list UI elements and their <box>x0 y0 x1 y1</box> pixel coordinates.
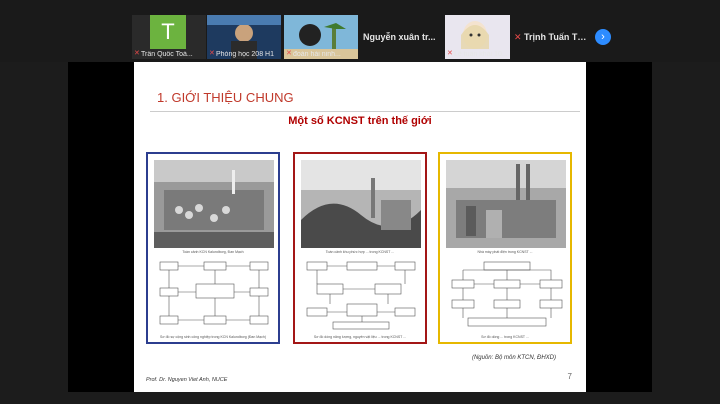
participant-name: Phòng học 208 H1 <box>216 51 274 58</box>
flow-diagram <box>306 261 416 330</box>
avatar: T <box>150 15 186 49</box>
letterbox-right <box>586 62 652 392</box>
industrial-photo <box>301 160 421 248</box>
diagram-caption: Sơ đồ sự cộng sinh công nghiệp trong KCN… <box>159 335 266 339</box>
participant-strip: T ✕ Trần Quốc Toả... ✕ Phòng học 208 H1 … <box>0 0 720 62</box>
participant-name: Nguyễn xuân tr... <box>363 32 436 42</box>
participant-tile-1[interactable]: T ✕ Trần Quốc Toả... <box>132 15 206 59</box>
page-number: 7 <box>567 372 572 381</box>
shared-slide: 1. GIỚI THIỆU CHUNG Một số KCNST trên th… <box>134 62 586 392</box>
diagram-caption: Sơ đồ dòng ... trong KCNST ... <box>481 335 529 339</box>
title-divider <box>150 111 580 112</box>
diagram-caption: Sơ đồ dòng năng lượng, nguyên vật liệu .… <box>313 335 407 339</box>
letterbox-left <box>68 62 134 392</box>
powerplant-photo <box>446 160 566 248</box>
participant-name: Lê tuấn khải 10... <box>454 51 508 58</box>
aerial-photo <box>154 160 274 248</box>
flow-diagram <box>159 261 269 325</box>
participant-tile-3[interactable]: ✕ đoàn hải ninh... <box>284 15 358 59</box>
next-participants-button[interactable]: › <box>595 29 611 45</box>
participant-tile-4[interactable]: Nguyễn xuân tr... <box>360 15 448 59</box>
participant-tile-2[interactable]: ✕ Phòng học 208 H1 <box>207 15 281 59</box>
participant-name: Trần Quốc Toả... <box>141 51 193 58</box>
photo-caption: Toàn cảnh khu phức hợp ... trong KCNST .… <box>325 250 395 254</box>
panel-middle: Toàn cảnh khu phức hợp ... trong KCNST .… <box>293 152 427 344</box>
participant-name: Trịnh Tuấn Thà... <box>524 32 590 42</box>
panel-right: Nhà máy phát điện trong KCNST ... Sơ đồ … <box>438 152 572 344</box>
photo-caption: Toàn cảnh KCN Kalundborg, Đan Mạch <box>182 250 244 254</box>
photo-caption: Nhà máy phát điện trong KCNST ... <box>477 250 533 254</box>
slide-footer: Prof. Dr. Nguyen Viet Anh, NUCE <box>146 377 228 383</box>
flow-diagram <box>451 261 563 327</box>
slide-title: 1. GIỚI THIỆU CHUNG <box>157 90 294 105</box>
source-note: (Nguồn: Bộ môn KTCN, ĐHXD) <box>471 355 556 361</box>
participant-name: đoàn hải ninh... <box>293 51 341 58</box>
slide-subtitle: Một số KCNST trên thế giới <box>288 115 432 127</box>
participant-tile-5[interactable]: ✕ Lê tuấn khải 10... <box>445 15 519 59</box>
panel-kalundborg: Toàn cảnh KCN Kalundborg, Đan Mạch Sơ đồ… <box>146 152 280 344</box>
participant-tile-6[interactable]: ✕ Trịnh Tuấn Thà... <box>510 15 590 59</box>
